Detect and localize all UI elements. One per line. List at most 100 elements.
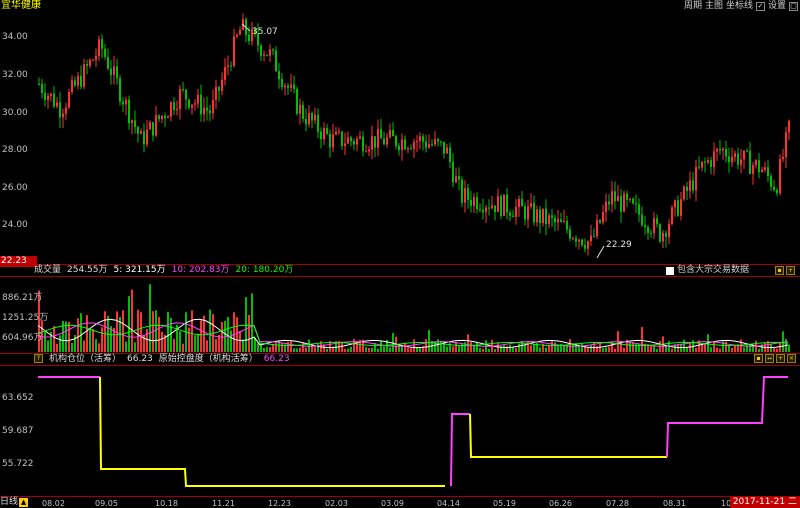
volume-bar	[209, 309, 211, 352]
candle-body	[599, 219, 601, 223]
volume-bar	[155, 310, 157, 352]
candle-body	[194, 103, 196, 105]
candle-body	[350, 137, 352, 141]
volume-bar	[719, 348, 721, 352]
volume-bar	[104, 311, 106, 352]
volume-bar	[401, 346, 403, 352]
candle-body	[368, 149, 370, 152]
pane-close-icon[interactable]: ×	[787, 354, 796, 363]
volume-bar	[269, 347, 271, 352]
toggle-icon[interactable]: ✓	[755, 1, 765, 11]
candle-body	[647, 227, 649, 233]
candle-body	[656, 218, 658, 225]
volume-tick: 886.21万	[2, 293, 43, 303]
pane-settings-icon[interactable]: ▪	[754, 354, 763, 363]
volume-bar	[695, 347, 697, 352]
candle-body	[128, 99, 130, 124]
indicator-tick: 63.652	[2, 393, 34, 403]
candle-body	[530, 203, 532, 207]
candle-body	[413, 142, 415, 149]
candle-body	[50, 93, 52, 96]
candle-body	[644, 225, 646, 228]
candle-body	[776, 189, 778, 194]
volume-bar	[227, 316, 229, 352]
volume-bar	[281, 342, 283, 352]
volume-bar	[377, 348, 379, 352]
candle-body	[215, 86, 217, 100]
volume-bar	[353, 339, 355, 352]
candle-body	[149, 122, 151, 130]
block-trade-option[interactable]: 包含大宗交易数据 ▪ +	[666, 265, 796, 276]
candle-body	[143, 131, 145, 145]
volume-bar	[44, 331, 46, 352]
block-trade-checkbox[interactable]	[666, 266, 674, 275]
candle-body	[230, 65, 232, 67]
candle-body	[182, 89, 184, 91]
volume-value: 254.55万	[67, 265, 108, 275]
price-tick: 26.00	[2, 183, 28, 193]
candle-body	[527, 206, 529, 220]
date-tick: 12.23	[268, 499, 291, 508]
price-chart[interactable]	[0, 0, 800, 508]
candle-body	[92, 59, 94, 61]
volume-bar	[608, 346, 610, 352]
pane-zoom-icon[interactable]: +	[786, 266, 796, 275]
indicator-line	[38, 376, 788, 487]
date-tick: 03.09	[381, 499, 404, 508]
volume-bars	[38, 284, 790, 352]
candle-body	[575, 238, 577, 242]
volume-ma5: 5: 321.15万	[113, 265, 166, 275]
volume-bar	[245, 297, 247, 352]
candle-body	[482, 209, 484, 213]
volume-bar	[545, 347, 547, 352]
volume-bar	[515, 347, 517, 352]
volume-bar	[467, 334, 469, 352]
candle-body	[572, 238, 574, 240]
coord-line-menu[interactable]: 坐标线	[726, 0, 753, 12]
volume-bar	[188, 327, 190, 352]
period-menu[interactable]: 周期	[684, 0, 702, 12]
candle-body	[206, 107, 208, 111]
candle-body	[671, 207, 673, 224]
indicator-step-line	[666, 376, 788, 458]
candle-body	[680, 199, 682, 216]
candle-body	[653, 218, 655, 234]
main-chart-menu[interactable]: 主图	[705, 0, 723, 12]
candle-body	[611, 191, 613, 205]
date-tick: 08.02	[42, 499, 65, 508]
candle-body	[701, 161, 703, 168]
volume-bar	[56, 343, 58, 352]
candle-body	[239, 29, 241, 35]
period-tab[interactable]: 日线 ▲	[0, 497, 29, 508]
candle-body	[782, 156, 784, 160]
pane-zoom-icon[interactable]: +	[776, 354, 785, 363]
indicator-menu-icon[interactable]: ?	[34, 354, 43, 363]
pane-expand-icon[interactable]: ↔	[765, 354, 774, 363]
candle-body	[68, 92, 70, 108]
settings-menu[interactable]: 设置	[768, 0, 786, 12]
candle-body	[134, 120, 136, 128]
price-tick: 34.00	[2, 32, 28, 42]
pane-settings-icon[interactable]: ▪	[775, 266, 785, 275]
candle-body	[434, 139, 436, 145]
candle-body	[353, 140, 355, 145]
volume-bar	[614, 348, 616, 352]
volume-bar	[83, 340, 85, 352]
volume-bar	[605, 347, 607, 352]
candle-body	[419, 136, 421, 142]
volume-bar	[149, 284, 151, 352]
candle-body	[179, 89, 181, 109]
candle-body	[263, 54, 265, 56]
candle-body	[533, 203, 535, 223]
volume-bar	[494, 348, 496, 352]
volume-bar	[410, 348, 412, 352]
candle-body	[743, 150, 745, 160]
volume-bar	[788, 344, 790, 352]
maximize-icon[interactable]: ▢	[789, 1, 798, 11]
candle-body	[758, 160, 760, 173]
triangle-up-icon[interactable]: ▲	[19, 498, 29, 507]
date-tick: 07.28	[606, 499, 629, 508]
candle-body	[356, 138, 358, 145]
volume-bar	[524, 344, 526, 352]
candle-body	[752, 165, 754, 175]
